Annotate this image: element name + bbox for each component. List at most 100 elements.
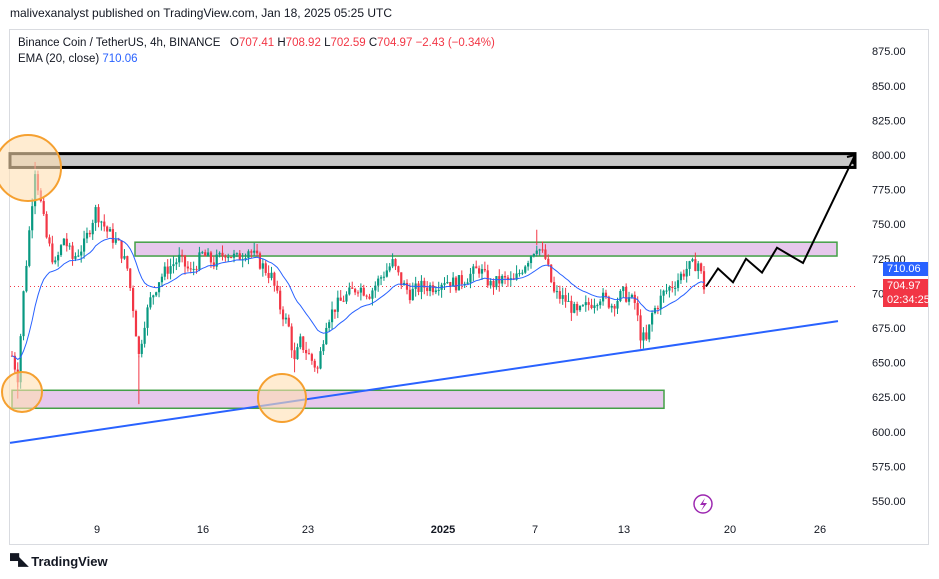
candle-body bbox=[356, 292, 360, 294]
candle-body bbox=[204, 252, 207, 257]
candle-body bbox=[524, 266, 527, 273]
candle-body bbox=[261, 263, 264, 269]
candle-body bbox=[126, 256, 129, 269]
candle-body bbox=[688, 261, 691, 269]
candle-body bbox=[114, 239, 117, 243]
candle-body bbox=[279, 290, 282, 310]
candle-body bbox=[160, 276, 164, 283]
candle-body bbox=[258, 253, 262, 269]
candle-body bbox=[330, 309, 334, 323]
candle-body bbox=[682, 273, 685, 277]
candle-body bbox=[169, 266, 172, 274]
candle-body bbox=[443, 283, 446, 285]
x-tick-label: 7 bbox=[532, 524, 538, 536]
candle-body bbox=[377, 278, 380, 286]
ema-value: 710.06 bbox=[102, 53, 138, 65]
y-tick-label: 600.00 bbox=[872, 427, 906, 439]
candle-body bbox=[198, 252, 201, 270]
ema-label[interactable]: EMA (20, close) bbox=[18, 53, 99, 65]
candle-body bbox=[82, 238, 86, 252]
symbol-label[interactable]: Binance Coin / TetherUS, 4h, BINANCE bbox=[18, 37, 220, 49]
y-tick-label: 675.00 bbox=[872, 323, 906, 335]
candle-body bbox=[250, 251, 253, 253]
candle-body bbox=[691, 259, 694, 262]
candle-body bbox=[374, 285, 377, 291]
candle-body bbox=[437, 289, 440, 291]
projection-path bbox=[705, 154, 856, 288]
candle-body bbox=[149, 297, 152, 308]
y-tick-label: 775.00 bbox=[872, 185, 906, 197]
candle-body bbox=[71, 245, 74, 259]
candle-body bbox=[267, 272, 270, 279]
candle-body bbox=[359, 287, 362, 293]
x-tick-label: 16 bbox=[197, 524, 209, 536]
candle-body bbox=[668, 286, 671, 291]
y-tick-label: 850.00 bbox=[872, 81, 906, 93]
candle-body bbox=[590, 304, 593, 308]
candle-body bbox=[146, 307, 149, 328]
candle-body bbox=[434, 290, 437, 293]
candle-body bbox=[489, 280, 492, 286]
candle-body bbox=[68, 245, 71, 247]
candle-body bbox=[209, 252, 213, 263]
candle-body bbox=[625, 286, 628, 302]
candle-body bbox=[483, 269, 486, 271]
x-tick-label: 9 bbox=[94, 524, 100, 536]
candle-body bbox=[659, 295, 662, 309]
candle-body bbox=[645, 332, 648, 340]
candle-body bbox=[100, 221, 103, 223]
candle-body bbox=[529, 256, 533, 264]
candle-body bbox=[671, 286, 674, 288]
candle-body bbox=[469, 273, 472, 283]
candle-body bbox=[674, 287, 677, 289]
candle-body bbox=[573, 304, 576, 313]
candle-body bbox=[244, 258, 247, 260]
candle-body bbox=[166, 266, 169, 274]
candle-body bbox=[91, 222, 94, 235]
candle-body bbox=[417, 283, 420, 292]
candle-body bbox=[532, 253, 535, 257]
candle-body bbox=[218, 252, 221, 255]
candle-body bbox=[613, 305, 616, 309]
open-value: 707.41 bbox=[238, 37, 275, 49]
candle-body bbox=[195, 268, 198, 270]
high-value: 708.92 bbox=[285, 37, 321, 49]
candle-body bbox=[564, 295, 567, 302]
open-label: O bbox=[230, 37, 239, 49]
candle-body bbox=[108, 229, 112, 232]
candle-body bbox=[700, 263, 703, 272]
candle-body bbox=[94, 207, 97, 223]
tradingview-brand[interactable]: ▀◣ TradingView bbox=[10, 553, 108, 569]
y-tick-label: 550.00 bbox=[872, 496, 906, 508]
candle-body bbox=[552, 282, 556, 292]
candle-body bbox=[570, 300, 573, 313]
candle-body bbox=[345, 294, 348, 302]
y-tick-label: 750.00 bbox=[872, 219, 906, 231]
price-chart[interactable]: 875.00850.00825.00800.00775.00750.00725.… bbox=[0, 0, 939, 579]
candle-body bbox=[333, 309, 337, 312]
candle-body bbox=[88, 232, 91, 235]
y-tick-label: 625.00 bbox=[872, 392, 906, 404]
candle-body bbox=[630, 294, 634, 298]
candle-body bbox=[457, 275, 461, 291]
candle-body bbox=[454, 277, 458, 291]
candle-body bbox=[54, 260, 57, 263]
candle-body bbox=[576, 304, 579, 311]
brand-name: TradingView bbox=[31, 553, 108, 569]
candle-body bbox=[22, 291, 25, 337]
candle-body bbox=[140, 343, 143, 354]
close-label: C bbox=[368, 37, 378, 49]
candle-body bbox=[328, 322, 331, 328]
candle-body bbox=[155, 292, 158, 296]
candle-body bbox=[336, 297, 339, 312]
y-tick-label: 825.00 bbox=[872, 115, 906, 127]
candle-body bbox=[181, 254, 184, 256]
candle-body bbox=[281, 309, 285, 320]
candle-body bbox=[622, 286, 625, 291]
candle-body bbox=[80, 251, 83, 256]
candle-body bbox=[411, 288, 414, 301]
candle-body bbox=[538, 249, 541, 251]
low-value: 702.59 bbox=[330, 37, 366, 49]
candle-body bbox=[189, 268, 192, 270]
candle-body bbox=[405, 282, 409, 290]
